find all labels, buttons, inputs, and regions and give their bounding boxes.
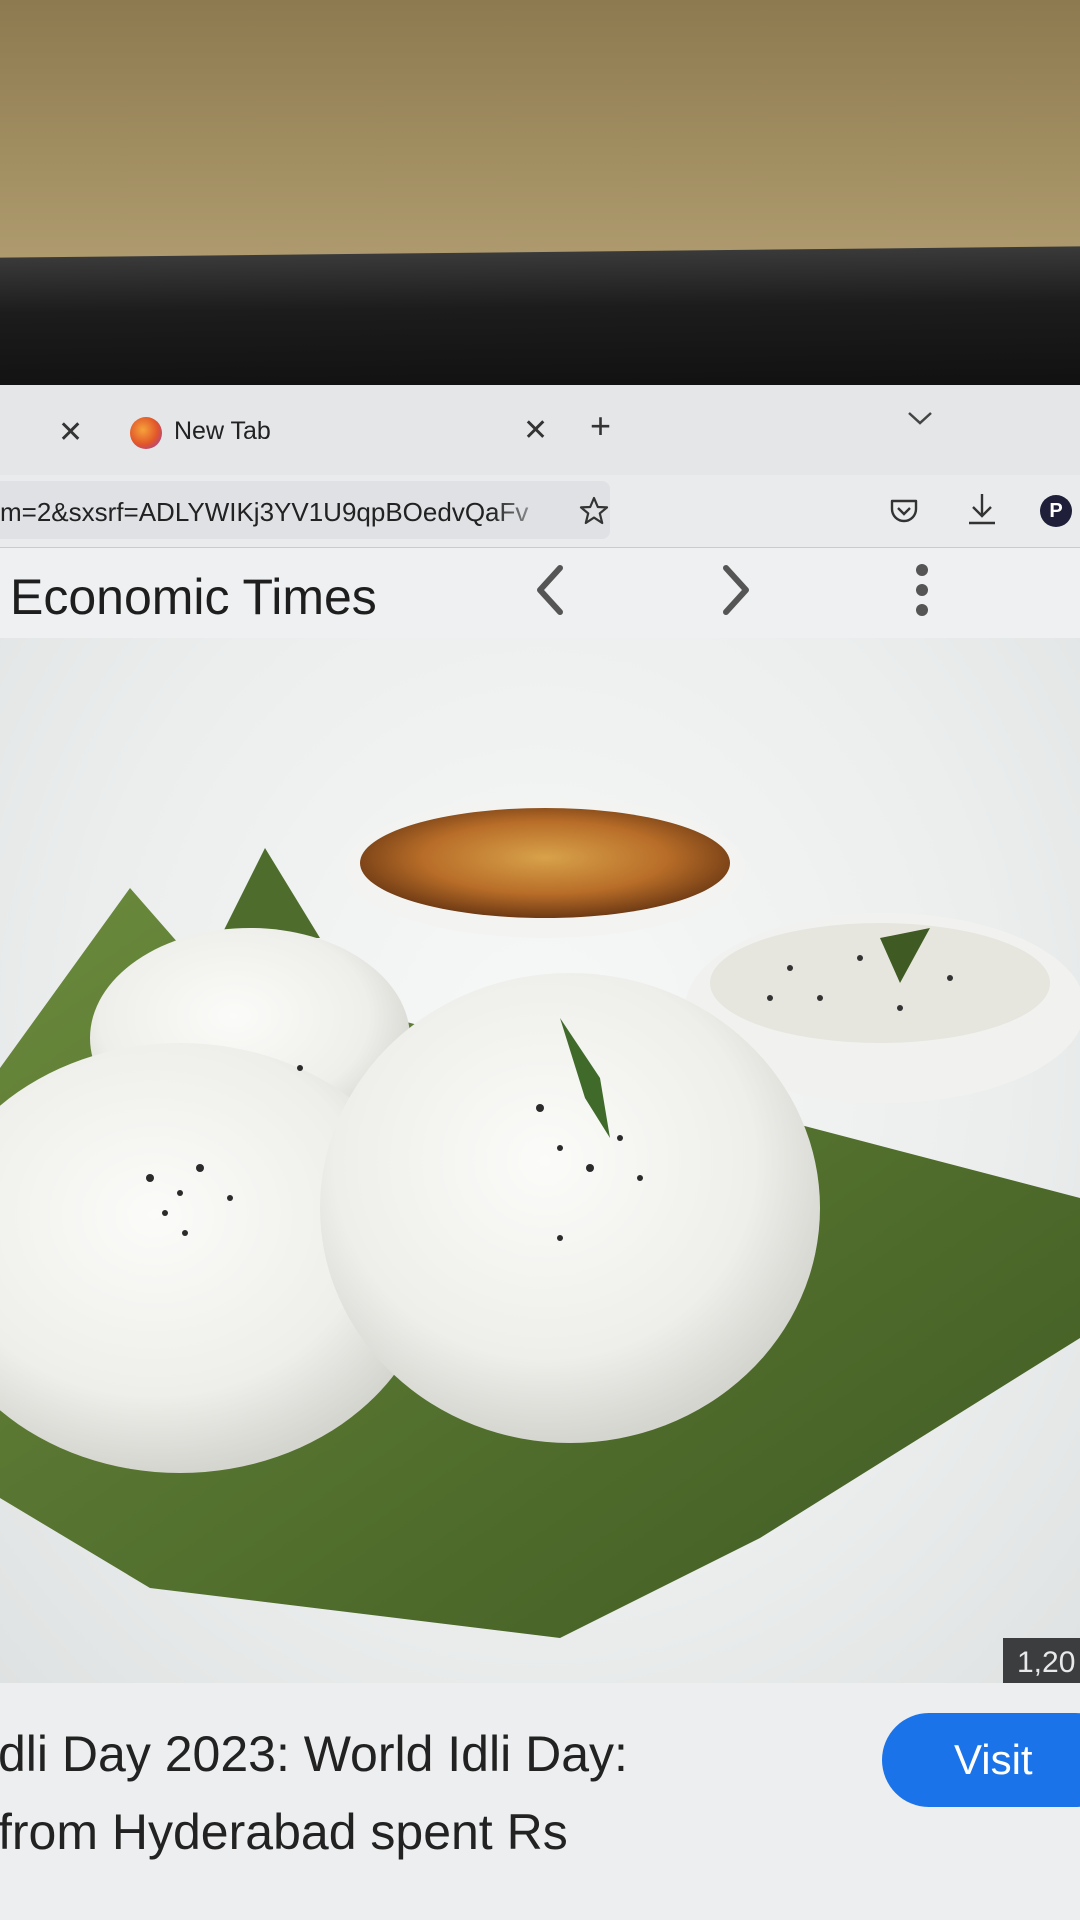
- background-wall: [0, 0, 1080, 275]
- close-icon[interactable]: ✕: [58, 415, 83, 450]
- download-icon[interactable]: [965, 491, 999, 527]
- image-headline[interactable]: dli Day 2023: World Idli Day:: [0, 1725, 878, 1783]
- chevron-left-icon[interactable]: [530, 560, 570, 620]
- star-icon[interactable]: [578, 495, 610, 527]
- chevron-down-icon[interactable]: [905, 403, 935, 433]
- pocket-icon[interactable]: [888, 495, 920, 527]
- image-viewer-header: Economic Times: [0, 548, 1080, 638]
- image-preview[interactable]: 1,20: [0, 638, 1080, 1683]
- more-vertical-icon[interactable]: [912, 560, 932, 620]
- profile-avatar[interactable]: P: [1040, 495, 1072, 527]
- tab-close-icon[interactable]: ✕: [523, 413, 548, 448]
- image-dimensions-badge: 1,20: [1003, 1638, 1080, 1683]
- tab-strip: ✕ New Tab ✕ +: [0, 385, 1080, 475]
- tab-new-tab[interactable]: New Tab ✕: [118, 401, 558, 463]
- url-text[interactable]: m=2&sxsrf=ADLYWIKj3YV1U9qpBOedvQaFv: [0, 497, 560, 528]
- image-subheadline[interactable]: from Hyderabad spent Rs: [0, 1803, 568, 1861]
- navigation-toolbar: m=2&sxsrf=ADLYWIKj3YV1U9qpBOedvQaFv P: [0, 475, 1080, 547]
- address-bar[interactable]: m=2&sxsrf=ADLYWIKj3YV1U9qpBOedvQaFv: [0, 481, 610, 539]
- chevron-right-icon[interactable]: [716, 560, 756, 620]
- source-title[interactable]: Economic Times: [10, 568, 377, 626]
- monitor-bezel: [0, 246, 1080, 398]
- browser-window: ✕ New Tab ✕ + m=2&sxsrf=ADLYWIKj3YV1U9qp…: [0, 385, 1080, 1920]
- firefox-favicon: [130, 417, 162, 449]
- new-tab-button[interactable]: +: [590, 405, 611, 447]
- visit-button[interactable]: Visit: [882, 1713, 1080, 1807]
- image-info-panel: dli Day 2023: World Idli Day: from Hyder…: [0, 1683, 1080, 1920]
- idli-plate-image: [0, 798, 1080, 1638]
- tab-title: New Tab: [174, 417, 271, 445]
